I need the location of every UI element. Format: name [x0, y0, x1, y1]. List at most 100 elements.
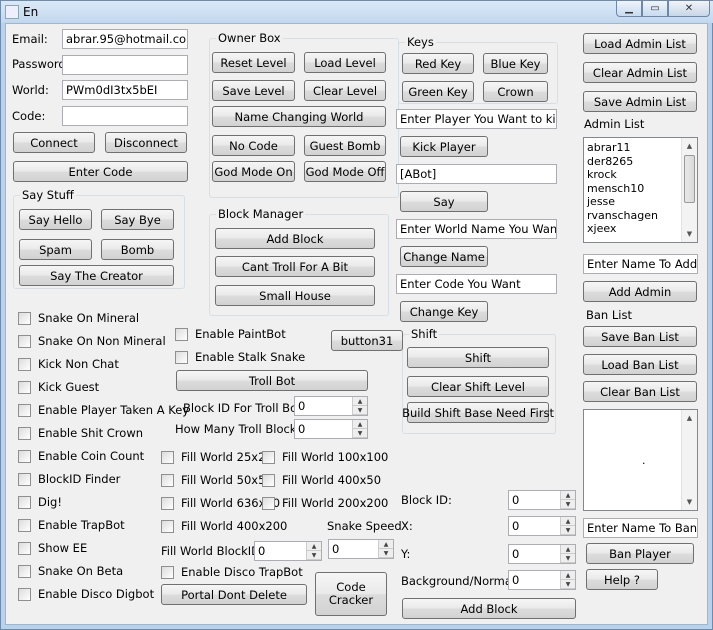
option-checkbox[interactable]: Enable Shit Crown [18, 426, 143, 440]
reset-level-button[interactable]: Reset Level [212, 52, 295, 73]
crown-button[interactable]: Crown [483, 81, 548, 102]
background-normal-stepper[interactable]: 0 ▲ ▼ [508, 570, 576, 590]
cant-troll-button[interactable]: Cant Troll For A Bit [215, 256, 375, 277]
scroll-down-icon[interactable]: ▼ [682, 226, 697, 242]
ban-list-scrollbar[interactable]: ▲ ▼ [681, 410, 697, 510]
clear-level-button[interactable]: Clear Level [304, 80, 386, 101]
load-level-button[interactable]: Load Level [304, 52, 386, 73]
option-checkbox[interactable]: Kick Guest [18, 380, 99, 394]
option-checkbox[interactable]: Enable Coin Count [18, 449, 144, 463]
option-checkbox[interactable]: Dig! [18, 495, 62, 509]
fill-200-checkbox[interactable]: Fill World 200x200 [262, 496, 388, 510]
change-key-button[interactable]: Change Key [400, 301, 488, 322]
clear-shift-level-button[interactable]: Clear Shift Level [407, 376, 549, 397]
scroll-thumb[interactable] [684, 155, 695, 203]
troll-bot-button[interactable]: Troll Bot [176, 370, 368, 391]
checkbox-box[interactable] [262, 496, 275, 510]
clear-admin-list-button[interactable]: Clear Admin List [583, 62, 697, 83]
checkbox-box[interactable] [18, 541, 31, 555]
spin-down-icon[interactable]: ▼ [561, 580, 575, 589]
admin-list[interactable]: abrar11 der8265 krock mensch10 jesse rvanscha… [583, 137, 698, 243]
code-input[interactable]: Enter Code You Want [396, 274, 557, 294]
add-block-button[interactable]: Add Block [402, 598, 576, 619]
no-code-button[interactable]: No Code [212, 135, 295, 156]
checkbox-box[interactable] [161, 519, 174, 533]
block-id-stepper[interactable]: 0 ▲ ▼ [508, 490, 576, 510]
spin-up-icon[interactable]: ▲ [307, 542, 321, 551]
code-field[interactable] [62, 106, 188, 126]
save-level-button[interactable]: Save Level [212, 80, 295, 101]
build-shift-base-button[interactable]: Build Shift Base Need First [402, 402, 554, 423]
spin-buttons[interactable]: ▲ ▼ [352, 397, 367, 415]
fill-25-checkbox[interactable]: Fill World 25x25 [161, 450, 273, 464]
spin-buttons[interactable]: ▲ ▼ [560, 571, 575, 589]
checkbox-box[interactable] [18, 357, 31, 371]
load-admin-list-button[interactable]: Load Admin List [583, 33, 697, 54]
option-checkbox[interactable]: Snake On Beta [18, 564, 123, 578]
spin-up-icon[interactable]: ▲ [353, 420, 367, 429]
spin-up-icon[interactable]: ▲ [561, 517, 575, 526]
world-name-input[interactable]: Enter World Name You Want [396, 219, 557, 239]
ban-scroll-down-icon[interactable]: ▼ [682, 494, 697, 510]
add-block-manager-button[interactable]: Add Block [215, 228, 375, 249]
spin-buttons[interactable]: ▲ ▼ [560, 517, 575, 535]
say-input[interactable]: [ABot] [396, 164, 557, 184]
change-name-button[interactable]: Change Name [400, 246, 488, 267]
spin-down-icon[interactable]: ▼ [353, 429, 367, 438]
button31-button[interactable]: button31 [331, 330, 403, 351]
spin-down-icon[interactable]: ▼ [561, 500, 575, 509]
scroll-up-icon[interactable]: ▲ [682, 138, 697, 154]
portal-dont-delete-button[interactable]: Portal Dont Delete [161, 584, 307, 605]
paintbot-checkbox[interactable]: Enable PaintBot [175, 327, 286, 341]
option-checkbox[interactable]: Show EE [18, 541, 87, 555]
spin-up-icon[interactable]: ▲ [379, 540, 393, 549]
guest-bomb-button[interactable]: Guest Bomb [304, 135, 386, 156]
save-ban-list-button[interactable]: Save Ban List [583, 326, 697, 347]
checkbox-box[interactable] [161, 565, 174, 579]
spin-buttons[interactable]: ▲ ▼ [560, 491, 575, 509]
spin-buttons[interactable]: ▲ ▼ [560, 545, 575, 563]
checkbox-box[interactable] [161, 450, 174, 464]
blue-key-button[interactable]: Blue Key [483, 53, 548, 74]
kick-player-input[interactable]: Enter Player You Want to kick [396, 109, 557, 129]
enter-code-button[interactable]: Enter Code [13, 161, 188, 182]
option-checkbox[interactable]: Kick Non Chat [18, 357, 119, 371]
disconnect-button[interactable]: Disconnect [105, 132, 187, 153]
option-checkbox[interactable]: Enable TrapBot [18, 518, 125, 532]
block-id-troll-stepper[interactable]: 0 ▲ ▼ [294, 396, 368, 416]
spin-up-icon[interactable]: ▲ [561, 491, 575, 500]
ban-list[interactable]: . ▲ ▼ [583, 409, 698, 511]
checkbox-box[interactable] [18, 518, 31, 532]
maximize-button[interactable]: ▭ [642, 0, 668, 17]
checkbox-box[interactable] [175, 327, 188, 341]
god-mode-on-button[interactable]: God Mode On [212, 161, 295, 182]
option-checkbox[interactable]: Snake On Non Mineral [18, 334, 166, 348]
option-checkbox[interactable]: BlockID Finder [18, 472, 120, 486]
help-button[interactable]: Help ? [586, 569, 658, 590]
checkbox-box[interactable] [18, 472, 31, 486]
checkbox-box[interactable] [18, 495, 31, 509]
ban-scroll-up-icon[interactable]: ▲ [682, 410, 697, 426]
spin-up-icon[interactable]: ▲ [561, 545, 575, 554]
email-field[interactable]: abrar.95@hotmail.co.uk [62, 29, 188, 49]
spin-buttons[interactable]: ▲ ▼ [352, 420, 367, 438]
checkbox-box[interactable] [175, 350, 188, 364]
disco-trapbot-checkbox[interactable]: Enable Disco TrapBot [161, 565, 303, 579]
option-checkbox[interactable]: Enable Player Taken A Key [18, 403, 189, 417]
spin-down-icon[interactable]: ▼ [307, 551, 321, 560]
password-field[interactable] [62, 55, 188, 75]
spin-down-icon[interactable]: ▼ [561, 526, 575, 535]
checkbox-box[interactable] [18, 403, 31, 417]
name-to-add-input[interactable]: Enter Name To Add [583, 254, 698, 274]
fill-400x50-checkbox[interactable]: Fill World 400x50 [262, 473, 381, 487]
fill-blockid-stepper[interactable]: 0 ▲ ▼ [254, 541, 322, 561]
spin-down-icon[interactable]: ▼ [561, 554, 575, 563]
fill-400x200-checkbox[interactable]: Fill World 400x200 [161, 519, 287, 533]
save-admin-list-button[interactable]: Save Admin List [583, 91, 697, 112]
load-ban-list-button[interactable]: Load Ban List [583, 354, 697, 375]
say-hello-button[interactable]: Say Hello [19, 209, 92, 230]
connect-button[interactable]: Connect [13, 132, 95, 153]
spam-button[interactable]: Spam [19, 239, 92, 260]
option-checkbox[interactable]: Enable Disco Digbot [18, 587, 154, 601]
close-button[interactable]: ✕ [668, 0, 710, 17]
